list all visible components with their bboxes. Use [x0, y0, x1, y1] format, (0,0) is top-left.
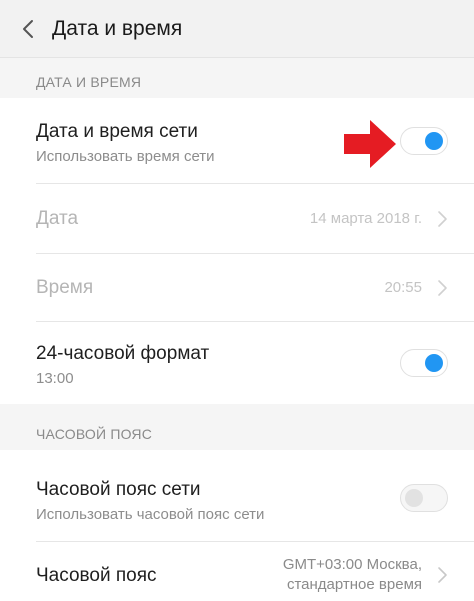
network-timezone-toggle[interactable]	[400, 484, 448, 512]
section-header-datetime: ДАТА И ВРЕМЯ	[0, 58, 474, 98]
chevron-right-icon	[438, 567, 447, 583]
network-time-toggle[interactable]	[400, 127, 448, 155]
timezone-value-line1: GMT+03:00 Москва,	[282, 556, 422, 573]
date-value: 14 марта 2018 г.	[309, 210, 422, 227]
format-24h-row[interactable]: 24-часовой формат 13:00	[0, 322, 474, 404]
toggle-knob	[405, 489, 423, 507]
chevron-right-icon	[438, 280, 447, 296]
timezone-value-line2: стандартное время	[286, 576, 422, 593]
red-arrow-icon	[344, 120, 396, 168]
network-time-subtitle: Использовать время сети	[36, 148, 215, 165]
page-title: Дата и время	[52, 17, 183, 40]
app-header: Дата и время	[0, 0, 474, 58]
network-timezone-subtitle: Использовать часовой пояс сети	[36, 506, 265, 523]
section-header-timezone: ЧАСОВОЙ ПОЯС	[0, 404, 474, 450]
timezone-row[interactable]: Часовой пояс GMT+03:00 Москва, стандартн…	[0, 542, 474, 601]
back-button[interactable]	[14, 14, 44, 44]
date-title: Дата	[36, 208, 79, 229]
section-label-timezone: ЧАСОВОЙ ПОЯС	[36, 426, 153, 442]
network-timezone-title: Часовой пояс сети	[36, 479, 201, 500]
format-24h-toggle[interactable]	[400, 349, 448, 377]
timezone-title: Часовой пояс	[36, 565, 157, 586]
time-row[interactable]: Время 20:55	[0, 254, 474, 322]
time-value: 20:55	[384, 279, 422, 296]
network-timezone-row[interactable]: Часовой пояс сети Использовать часовой п…	[0, 450, 474, 542]
date-row[interactable]: Дата 14 марта 2018 г.	[0, 184, 474, 254]
time-title: Время	[36, 277, 94, 298]
chevron-right-icon	[438, 211, 447, 227]
section-label-datetime: ДАТА И ВРЕМЯ	[36, 74, 142, 90]
network-time-title: Дата и время сети	[36, 121, 198, 142]
toggle-knob	[425, 132, 443, 150]
chevron-left-icon	[23, 20, 33, 38]
toggle-knob	[425, 354, 443, 372]
format-24h-title: 24-часовой формат	[36, 343, 210, 364]
network-time-row[interactable]: Дата и время сети Использовать время сет…	[0, 98, 474, 184]
format-24h-subtitle: 13:00	[36, 370, 74, 387]
